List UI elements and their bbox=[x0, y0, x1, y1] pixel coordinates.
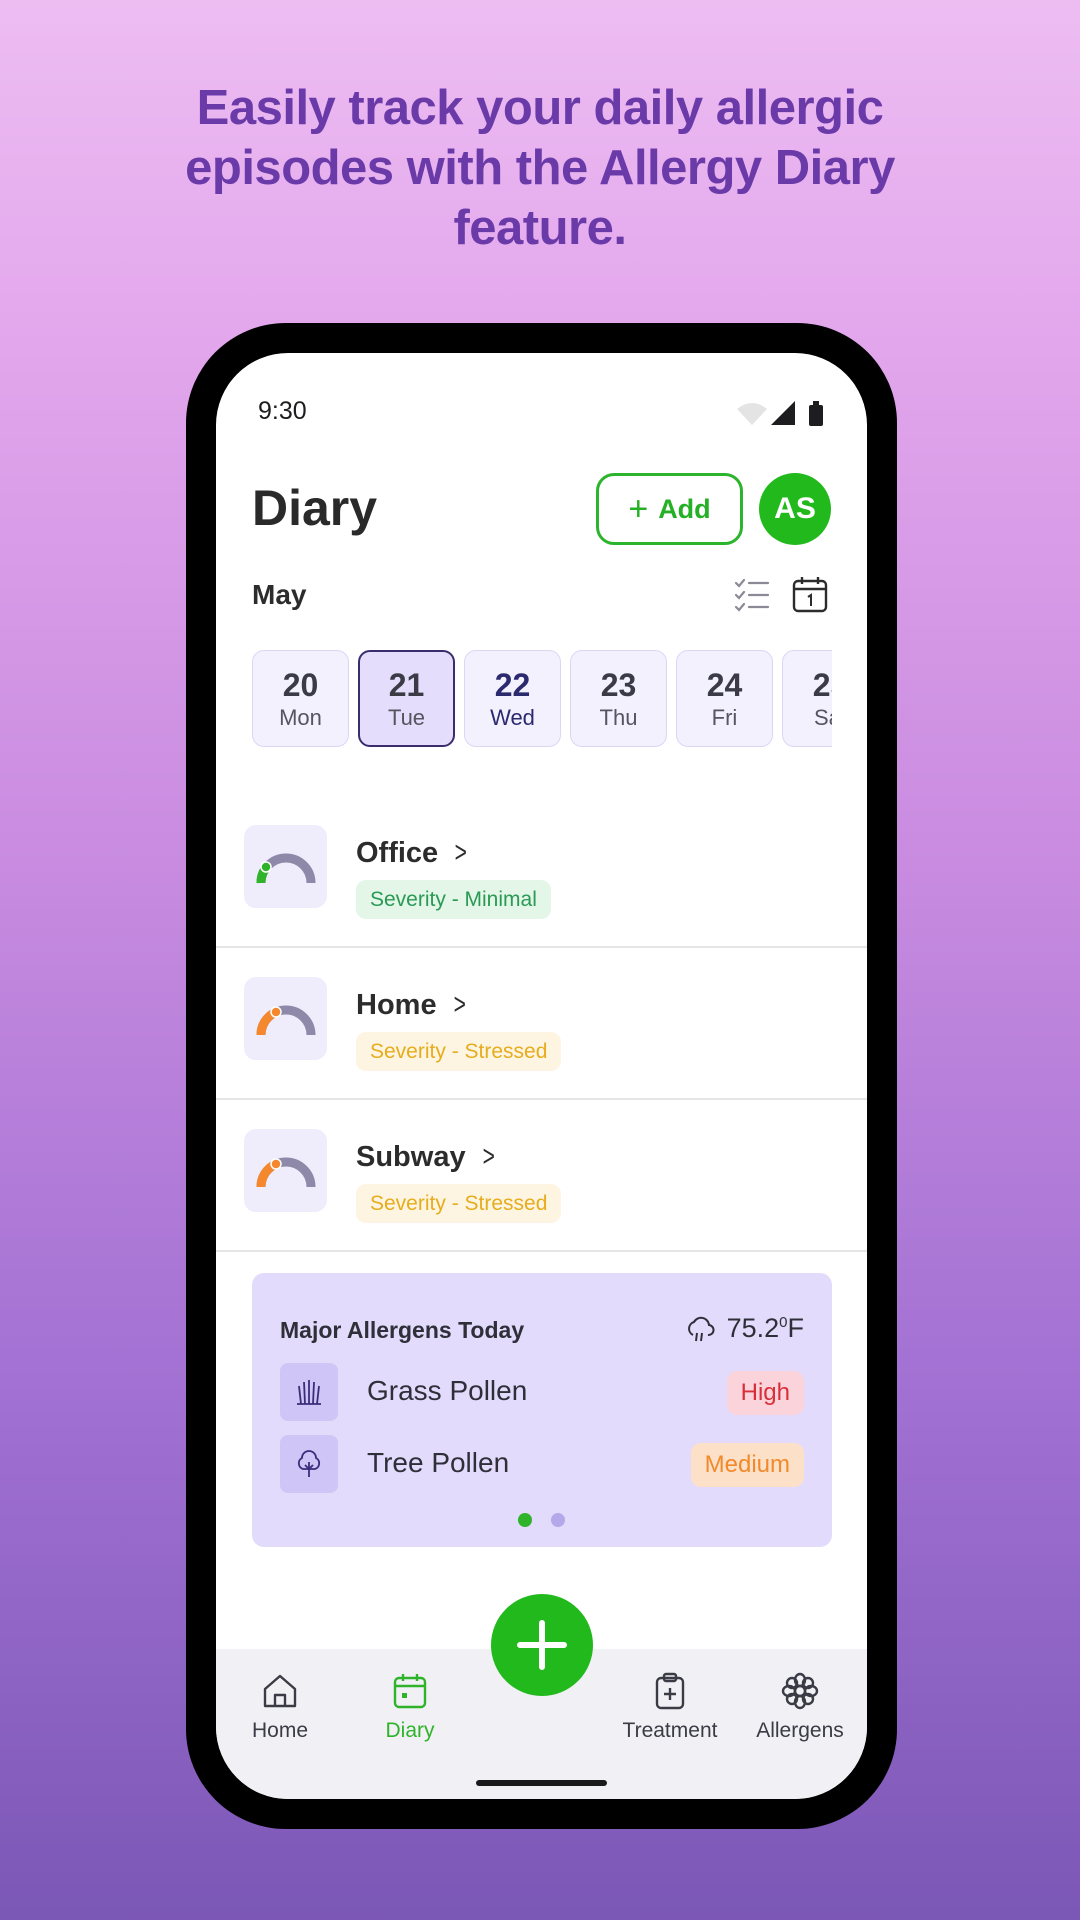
weather-readout: 75.20F bbox=[685, 1313, 804, 1344]
allergen-row: Tree Pollen Medium bbox=[280, 1435, 804, 1493]
add-entry-button[interactable]: + Add bbox=[596, 473, 743, 545]
day-weekday: Sat bbox=[813, 704, 832, 730]
avatar[interactable]: AS bbox=[759, 473, 831, 545]
home-indicator[interactable] bbox=[476, 1780, 607, 1786]
severity-gauge bbox=[244, 977, 327, 1060]
home-icon bbox=[263, 1674, 297, 1708]
day-chip[interactable]: 23 Thu bbox=[570, 650, 667, 747]
gauge-stressed-icon bbox=[255, 1157, 315, 1187]
day-number: 21 bbox=[388, 666, 425, 703]
signal-icon bbox=[771, 401, 795, 425]
headline: Easily track your daily allergic episode… bbox=[185, 81, 895, 255]
day-chip[interactable]: 24 Fri bbox=[676, 650, 773, 747]
severity-badge: Severity - Stressed bbox=[356, 1032, 562, 1071]
gauge-stressed-icon bbox=[255, 1005, 315, 1035]
chevron-right-icon: > bbox=[453, 988, 466, 1021]
chevron-right-icon: > bbox=[454, 836, 468, 869]
carousel-dot-active[interactable] bbox=[518, 1513, 532, 1527]
day-number: 23 bbox=[600, 666, 637, 703]
nav-treatment[interactable]: Treatment bbox=[610, 1671, 730, 1743]
entry-title: Office > bbox=[356, 836, 470, 870]
day-weekday: Mon bbox=[279, 704, 322, 730]
entry-name: Home bbox=[356, 988, 437, 1021]
phone-frame: 9:30 Diary + Add AS May 20 Mon 21 Tue 22… bbox=[186, 323, 897, 1829]
carousel-dot[interactable] bbox=[551, 1513, 565, 1527]
nav-treatment-label: Treatment bbox=[622, 1719, 718, 1742]
month-label: May bbox=[252, 579, 307, 610]
date-strip: 20 Mon 21 Tue 22 Wed 23 Thu 24 Fri 25 Sa… bbox=[252, 650, 832, 748]
entry-title: Subway > bbox=[356, 1140, 497, 1174]
day-weekday: Tue bbox=[387, 704, 426, 730]
severity-badge: Severity - Minimal bbox=[356, 880, 551, 919]
checklist-icon[interactable] bbox=[734, 577, 770, 613]
day-number: 22 bbox=[494, 666, 531, 703]
temperature-value: 75.2 bbox=[726, 1313, 780, 1343]
temperature-unit: F bbox=[787, 1313, 805, 1343]
allergen-name: Tree Pollen bbox=[367, 1447, 510, 1478]
tree-icon bbox=[280, 1435, 338, 1493]
allergen-level-badge: Medium bbox=[690, 1443, 804, 1487]
page-title: Diary bbox=[252, 480, 378, 536]
add-entry-fab[interactable] bbox=[491, 1594, 593, 1696]
plus-icon: + bbox=[628, 490, 649, 528]
add-button-label: Add bbox=[658, 493, 711, 524]
cloud-rain-icon bbox=[687, 1316, 715, 1341]
allergens-card-title: Major Allergens Today bbox=[280, 1317, 525, 1343]
diary-entry-home[interactable]: Home > Severity - Stressed bbox=[216, 948, 867, 1100]
day-number: 20 bbox=[282, 666, 319, 703]
plus-icon bbox=[517, 1620, 567, 1670]
nav-home[interactable]: Home bbox=[220, 1671, 340, 1743]
flower-icon bbox=[781, 1672, 819, 1710]
medical-clipboard-icon bbox=[655, 1672, 685, 1710]
day-weekday: Fri bbox=[711, 704, 738, 730]
allergen-name: Grass Pollen bbox=[367, 1375, 528, 1406]
nav-diary[interactable]: Diary bbox=[350, 1671, 470, 1743]
app-screen: 9:30 Diary + Add AS May 20 Mon 21 Tue 22… bbox=[216, 353, 867, 1799]
day-number: 25 bbox=[812, 666, 832, 703]
status-time: 9:30 bbox=[258, 397, 307, 425]
severity-gauge bbox=[244, 825, 327, 908]
severity-badge: Severity - Stressed bbox=[356, 1184, 562, 1223]
entry-title: Home > bbox=[356, 988, 468, 1022]
nav-diary-label: Diary bbox=[385, 1719, 435, 1742]
status-icons bbox=[737, 401, 823, 426]
entry-name: Subway bbox=[356, 1140, 466, 1173]
entry-name: Office bbox=[356, 836, 439, 869]
allergen-level-badge: High bbox=[726, 1371, 804, 1415]
day-chip[interactable]: 25 Sat bbox=[782, 650, 832, 747]
diary-entry-office[interactable]: Office > Severity - Minimal bbox=[216, 796, 867, 948]
nav-allergens-label: Allergens bbox=[756, 1719, 844, 1742]
calendar-icon bbox=[393, 1674, 427, 1709]
degree-mark: 0 bbox=[779, 1314, 788, 1331]
nav-home-label: Home bbox=[251, 1719, 309, 1742]
day-chip-selected[interactable]: 21 Tue bbox=[358, 650, 455, 747]
day-weekday: Wed bbox=[490, 704, 535, 730]
nav-allergens[interactable]: Allergens bbox=[740, 1671, 860, 1743]
major-allergens-card[interactable]: Major Allergens Today 75.20F Grass Polle… bbox=[252, 1273, 832, 1547]
day-chip[interactable]: 20 Mon bbox=[252, 650, 349, 747]
calendar-icon[interactable] bbox=[792, 575, 828, 613]
gauge-minimal-icon bbox=[256, 853, 315, 883]
battery-icon bbox=[809, 405, 823, 426]
allergen-row: Grass Pollen High bbox=[280, 1363, 804, 1421]
diary-entry-subway[interactable]: Subway > Severity - Stressed bbox=[216, 1100, 867, 1252]
severity-gauge bbox=[244, 1129, 327, 1212]
day-chip-today[interactable]: 22 Wed bbox=[464, 650, 561, 747]
chevron-right-icon: > bbox=[482, 1140, 495, 1173]
grass-icon bbox=[280, 1363, 338, 1421]
wifi-icon bbox=[737, 403, 767, 425]
day-number: 24 bbox=[706, 666, 743, 703]
day-weekday: Thu bbox=[599, 704, 638, 730]
